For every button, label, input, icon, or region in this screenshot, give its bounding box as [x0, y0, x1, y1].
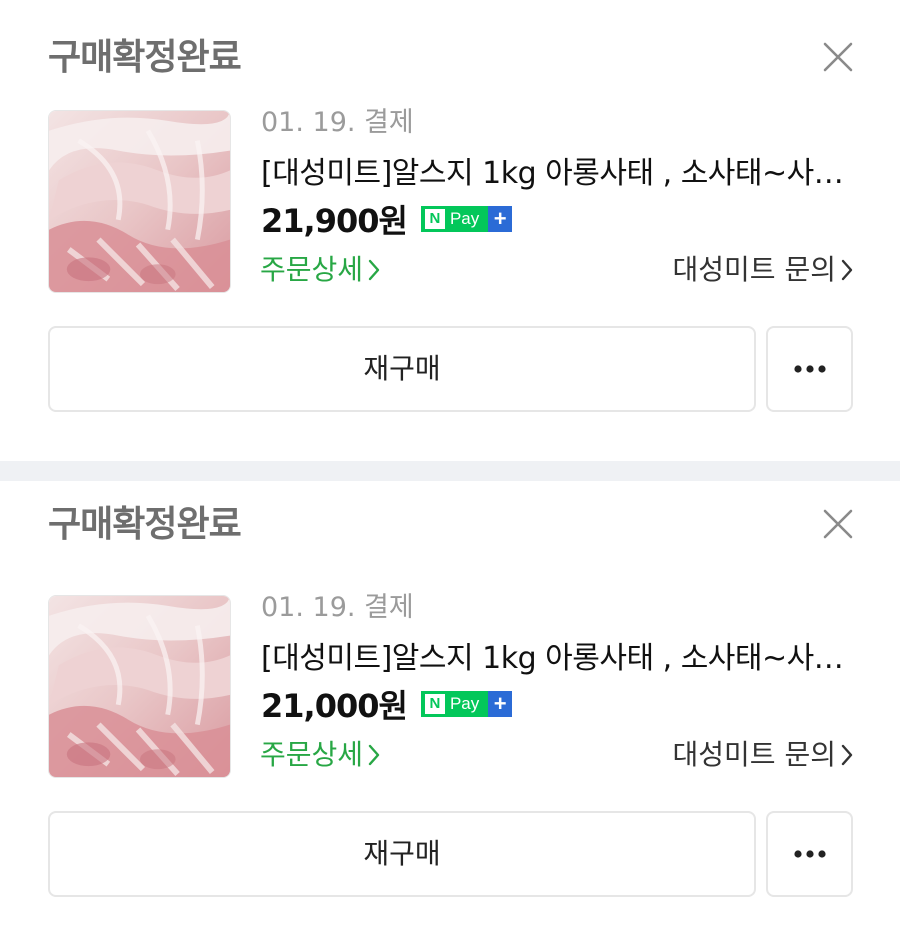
payment-date: 01. 19. 결제	[261, 592, 414, 623]
order-detail-label: 주문상세	[260, 738, 364, 771]
npay-plus-icon: +	[488, 206, 513, 232]
chevron-right-icon	[841, 744, 853, 766]
chevron-right-icon	[368, 259, 380, 281]
npay-text: Pay	[449, 694, 480, 713]
seller-inquiry-link[interactable]: 대성미트 문의	[673, 735, 854, 775]
seller-inquiry-label: 대성미트 문의	[672, 738, 836, 771]
close-icon[interactable]	[818, 37, 858, 77]
product-thumbnail[interactable]	[48, 110, 231, 293]
more-dots-icon	[793, 850, 826, 858]
payment-date: 01. 19. 결제	[261, 107, 414, 138]
meat-product-photo-icon	[49, 111, 230, 292]
npay-plus-badge: N Pay +	[420, 206, 513, 232]
close-icon[interactable]	[818, 504, 858, 544]
product-title[interactable]: [대성미트]알스지 1kg 아롱사태 , 소사태~사태 도매 업소용	[261, 154, 855, 194]
rebuy-button[interactable]: 재구매	[48, 811, 756, 897]
seller-inquiry-link[interactable]: 대성미트 문의	[673, 250, 854, 290]
price-row: 21,900원 N Pay +	[261, 199, 513, 240]
order-status: 구매확정완료	[48, 37, 242, 78]
order-detail-link[interactable]: 주문상세	[260, 250, 381, 290]
chevron-right-icon	[368, 744, 380, 766]
price: 21,900원	[261, 202, 408, 240]
more-options-button[interactable]	[766, 326, 853, 412]
order-card: 구매확정완료 01. 19. 결제 [대성미트]알스지 1kg 아롱사태 , 소…	[0, 0, 900, 461]
npay-n-icon: N	[424, 694, 445, 714]
price-row: 21,000원 N Pay +	[261, 684, 513, 725]
npay-plus-icon: +	[488, 691, 513, 717]
chevron-right-icon	[841, 259, 853, 281]
order-status: 구매확정완료	[48, 504, 242, 545]
section-separator	[0, 461, 900, 481]
order-card: 구매확정완료 01. 19. 결제 [대성미트]알스지 1kg 아롱사태 , 소…	[0, 481, 900, 930]
product-title[interactable]: [대성미트]알스지 1kg 아롱사태 , 소사태~사태 도매 업소용	[261, 639, 855, 679]
npay-text: Pay	[449, 209, 480, 228]
order-detail-label: 주문상세	[260, 253, 364, 286]
seller-inquiry-label: 대성미트 문의	[672, 253, 836, 286]
meat-product-photo-icon	[49, 596, 230, 777]
order-detail-link[interactable]: 주문상세	[260, 735, 381, 775]
rebuy-button[interactable]: 재구매	[48, 326, 756, 412]
product-thumbnail[interactable]	[48, 595, 231, 778]
more-options-button[interactable]	[766, 811, 853, 897]
price: 21,000원	[261, 687, 408, 725]
more-dots-icon	[793, 365, 826, 373]
npay-n-icon: N	[424, 209, 445, 229]
npay-plus-badge: N Pay +	[420, 691, 513, 717]
npay-badge-body: N Pay	[420, 691, 489, 717]
npay-badge-body: N Pay	[420, 206, 489, 232]
